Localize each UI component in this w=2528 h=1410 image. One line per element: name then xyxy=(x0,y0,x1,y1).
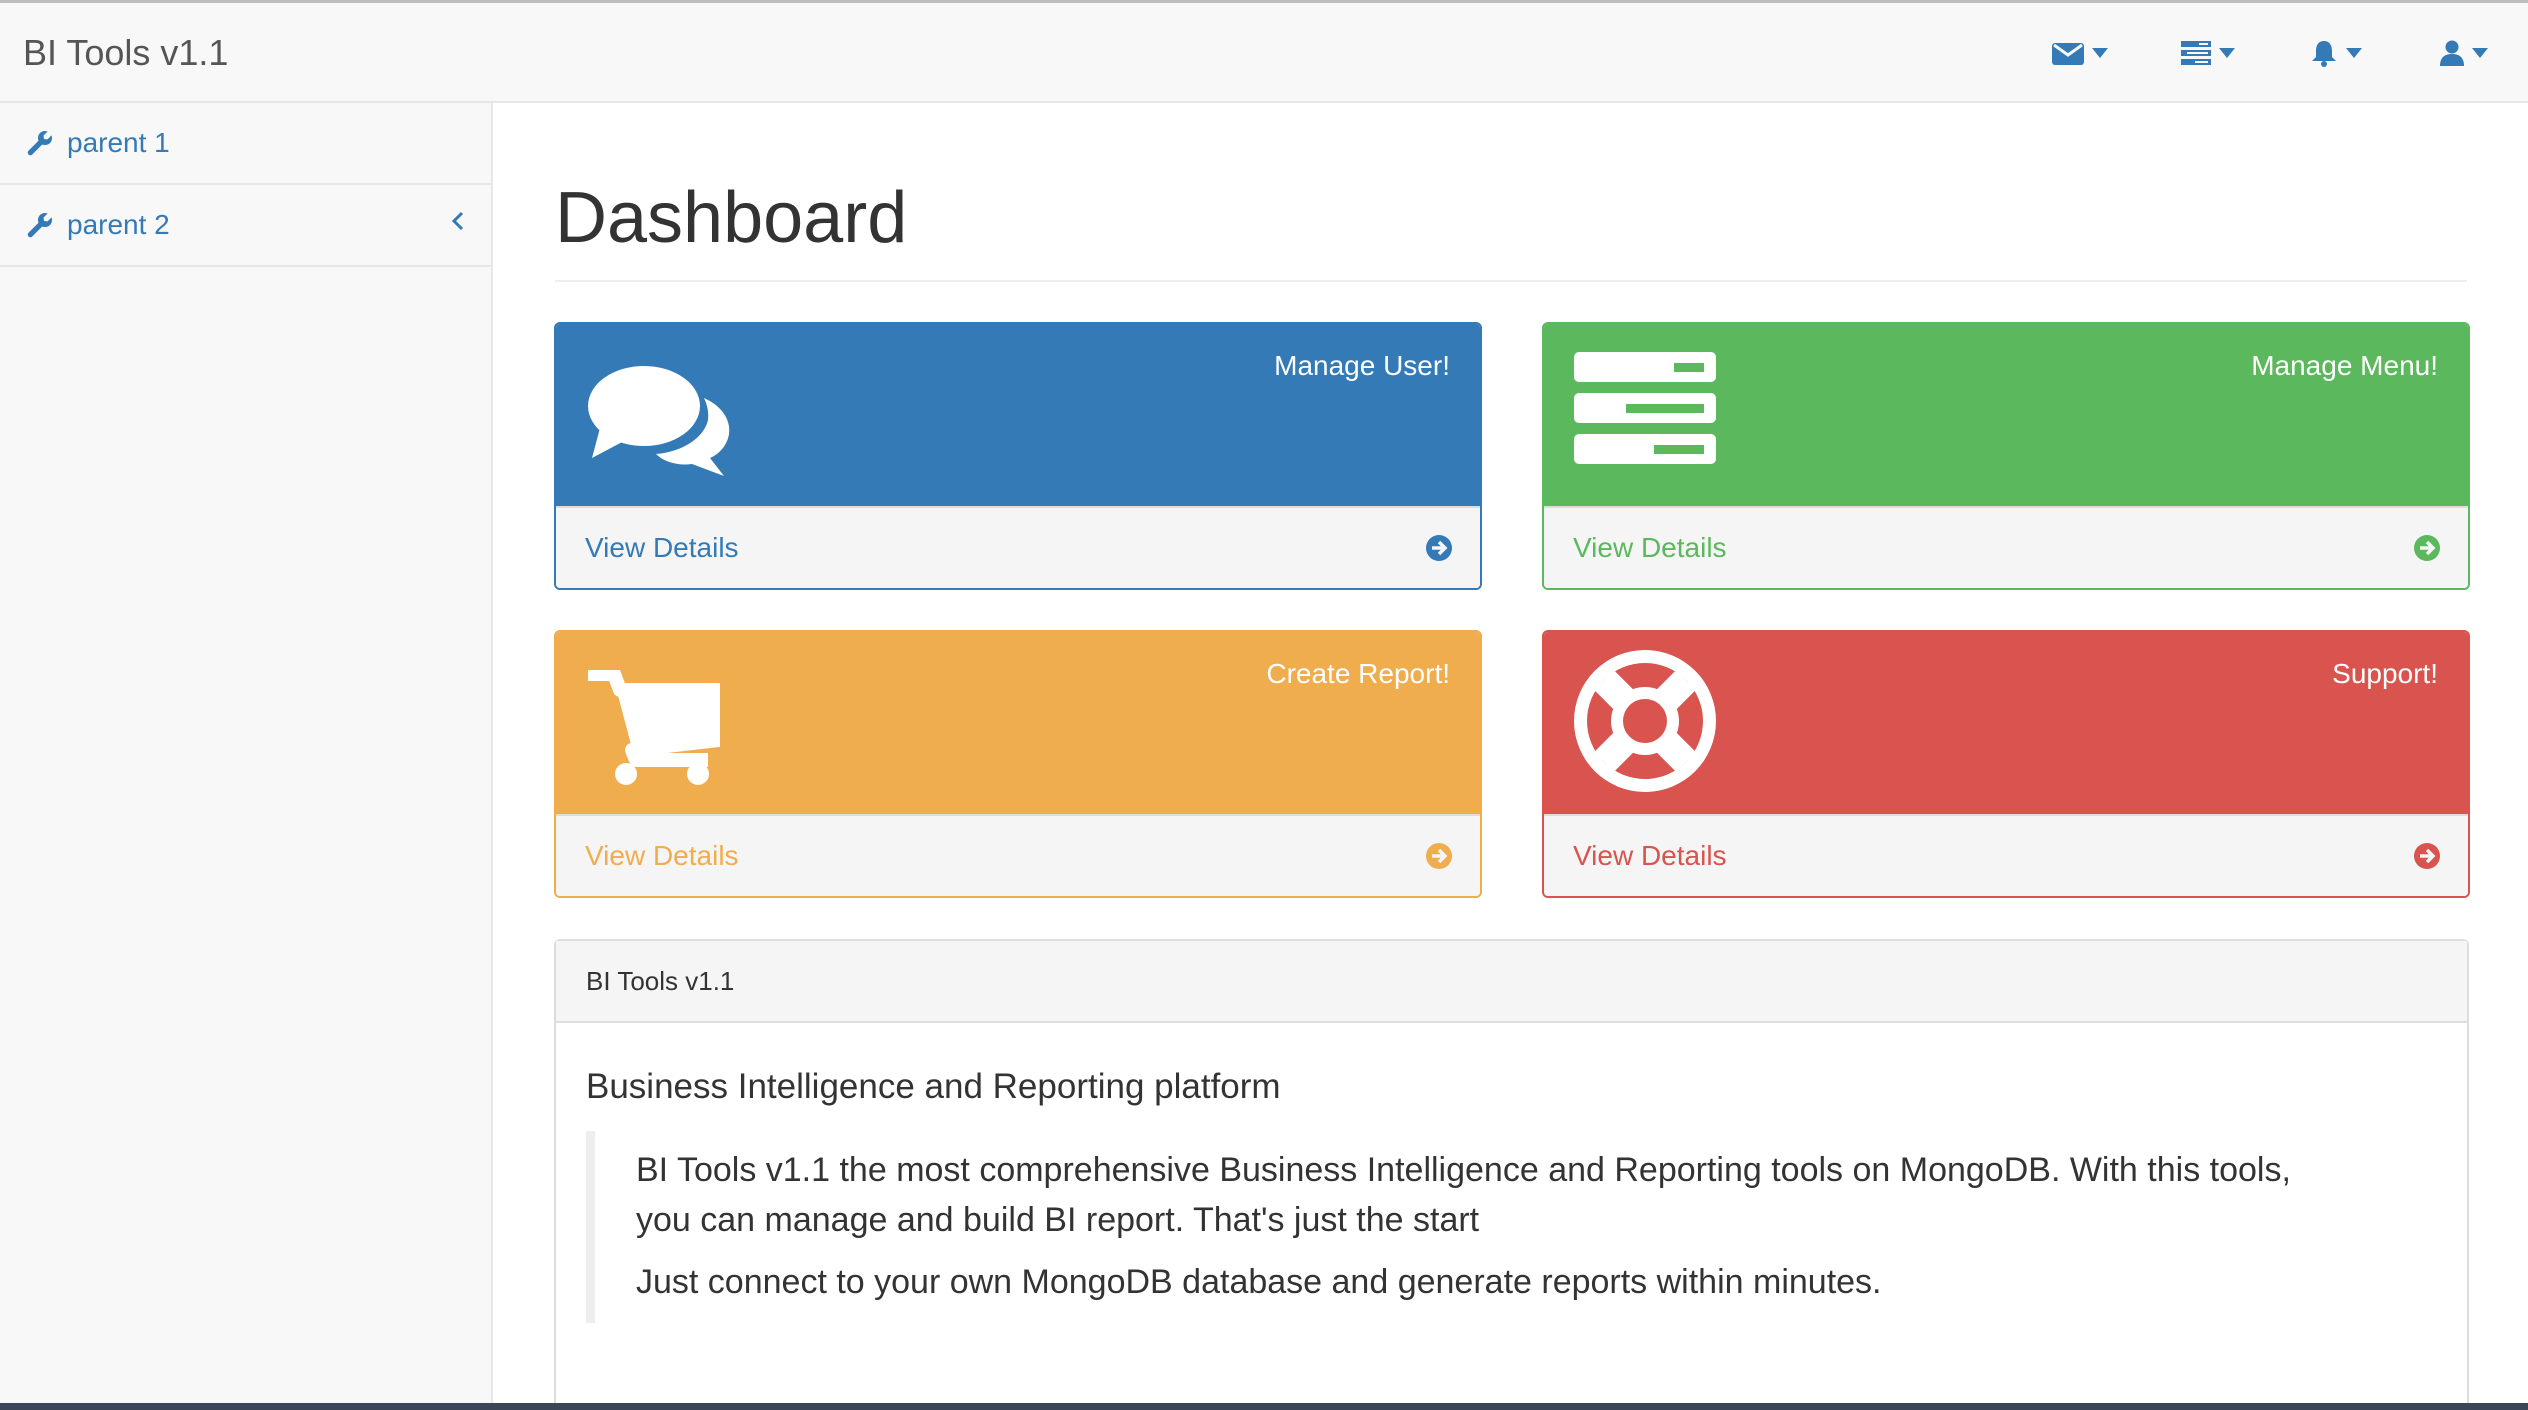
sidebar-item-parent-2[interactable]: parent 2 xyxy=(0,185,491,267)
panel-title: Create Report! xyxy=(1266,658,1450,689)
info-paragraph: BI Tools v1.1 the most comprehensive Bus… xyxy=(636,1145,2437,1245)
arrow-circle-right-icon xyxy=(1426,535,1452,561)
info-line-1: BI Tools v1.1 the most comprehensive Bus… xyxy=(636,1151,2291,1189)
life-ring-icon xyxy=(1574,650,1716,792)
caret-down-icon xyxy=(2346,48,2362,58)
sidebar-item-label: parent 2 xyxy=(67,209,170,240)
user-icon xyxy=(2440,40,2464,66)
view-details-label: View Details xyxy=(1573,840,1727,871)
arrow-circle-right-icon xyxy=(2414,843,2440,869)
bell-icon xyxy=(2312,41,2336,67)
tasks-dropdown[interactable] xyxy=(2144,3,2272,103)
brand-title[interactable]: BI Tools v1.1 xyxy=(23,31,228,75)
view-details-link[interactable]: View Details xyxy=(556,814,1480,896)
sidebar-item-parent-1[interactable]: parent 1 xyxy=(0,103,491,185)
page-title: Dashboard xyxy=(555,178,908,258)
view-details-label: View Details xyxy=(585,532,739,563)
top-navbar: BI Tools v1.1 xyxy=(0,0,2528,103)
messages-dropdown[interactable] xyxy=(2016,3,2144,103)
panel-heading: Support! xyxy=(1544,632,2468,814)
info-panel-body: Business Intelligence and Reporting plat… xyxy=(556,1023,2467,1323)
view-details-link[interactable]: View Details xyxy=(556,506,1480,588)
app-window: BI Tools v1.1 parent 1 parent 2 Dashboar… xyxy=(0,0,2528,1410)
panel-heading: Create Report! xyxy=(556,632,1480,814)
arrow-circle-right-icon xyxy=(2414,535,2440,561)
shopping-cart-icon xyxy=(588,670,720,785)
view-details-label: View Details xyxy=(585,840,739,871)
comments-icon xyxy=(588,366,730,476)
chevron-left-icon[interactable] xyxy=(451,211,465,231)
tasks-icon xyxy=(2181,41,2211,65)
main-content: Dashboard Manage User! View Details Mana… xyxy=(493,103,2528,1410)
tasks-icon xyxy=(1574,352,1716,464)
view-details-label: View Details xyxy=(1573,532,1727,563)
info-line-2: you can manage and build BI report. That… xyxy=(636,1201,1480,1239)
panel-manage-menu: Manage Menu! View Details xyxy=(1542,322,2470,590)
view-details-link[interactable]: View Details xyxy=(1544,814,2468,896)
panel-support: Support! View Details xyxy=(1542,630,2470,898)
info-blockquote: BI Tools v1.1 the most comprehensive Bus… xyxy=(586,1131,2437,1323)
wrench-icon xyxy=(27,131,52,156)
caret-down-icon xyxy=(2092,48,2108,58)
bottom-edge-bar xyxy=(0,1403,2528,1410)
navbar-dropdowns xyxy=(2016,3,2528,103)
info-panel: BI Tools v1.1 Business Intelligence and … xyxy=(554,939,2469,1410)
info-subheading: Business Intelligence and Reporting plat… xyxy=(586,1067,1281,1106)
panel-manage-user: Manage User! View Details xyxy=(554,322,1482,590)
wrench-icon xyxy=(27,213,52,238)
panel-create-report: Create Report! View Details xyxy=(554,630,1482,898)
page-header: Dashboard xyxy=(555,178,2467,282)
view-details-link[interactable]: View Details xyxy=(1544,506,2468,588)
alerts-dropdown[interactable] xyxy=(2272,3,2400,103)
panel-title: Manage Menu! xyxy=(2251,350,2438,381)
envelope-icon xyxy=(2052,43,2084,65)
panel-title: Support! xyxy=(2332,658,2438,689)
panel-title: Manage User! xyxy=(1274,350,1450,381)
user-dropdown[interactable] xyxy=(2400,3,2528,103)
arrow-circle-right-icon xyxy=(1426,843,1452,869)
info-line-3: Just connect to your own MongoDB databas… xyxy=(636,1263,1882,1301)
caret-down-icon xyxy=(2219,48,2235,58)
sidebar: parent 1 parent 2 xyxy=(0,103,493,1410)
panel-heading: Manage User! xyxy=(556,324,1480,506)
panel-heading: Manage Menu! xyxy=(1544,324,2468,506)
sidebar-item-label: parent 1 xyxy=(67,127,170,158)
caret-down-icon xyxy=(2472,48,2488,58)
info-panel-heading: BI Tools v1.1 xyxy=(556,941,2467,1023)
